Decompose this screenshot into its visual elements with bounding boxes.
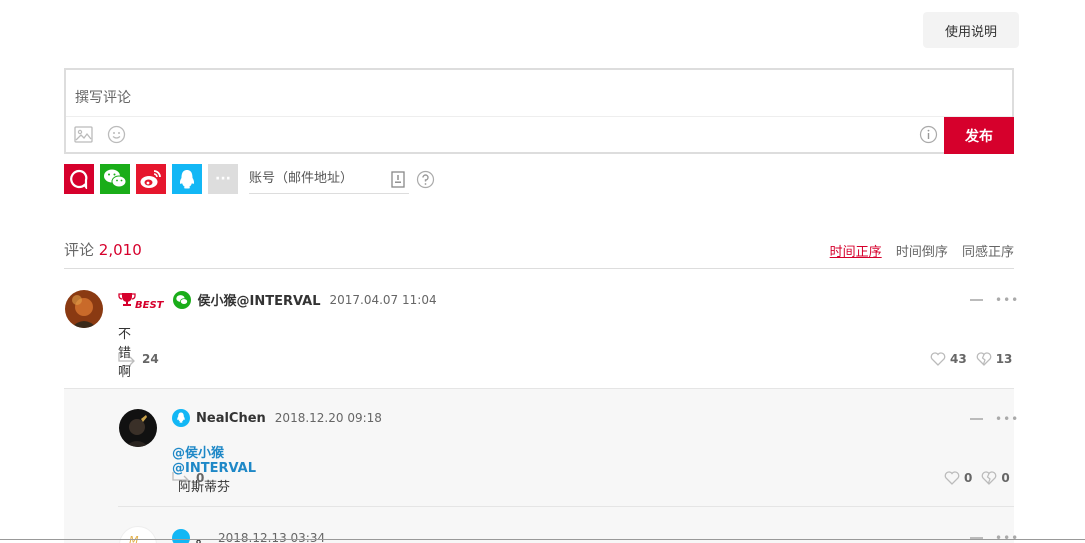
- broken-heart-icon: [976, 352, 992, 366]
- avatar[interactable]: [65, 290, 103, 328]
- comment-tools: •••: [970, 294, 1019, 306]
- more-options-icon[interactable]: •••: [995, 294, 1019, 306]
- sort-tab-time-asc[interactable]: 时间正序: [830, 245, 882, 260]
- sort-tab-agree-asc[interactable]: 同感正序: [962, 245, 1014, 260]
- comment-time: 2017.04.07 11:04: [329, 292, 437, 307]
- comment-count-label: 评论: [64, 241, 95, 259]
- comment-input-placeholder[interactable]: 撰写评论: [75, 87, 131, 107]
- reply-arrow-icon: [118, 353, 135, 366]
- comment-meta: 。 2018.12.13 03:34: [172, 528, 325, 543]
- collapse-icon[interactable]: [970, 418, 983, 420]
- emoji-icon[interactable]: [107, 125, 126, 144]
- best-badge: BEST: [135, 299, 164, 311]
- weibo-icon: [140, 170, 161, 188]
- more-options-icon[interactable]: •••: [995, 413, 1019, 425]
- sort-tabs: 时间正序 时间倒序 同感正序: [820, 241, 1014, 260]
- account-book-icon[interactable]: [391, 171, 405, 192]
- qq-login-button[interactable]: [172, 164, 202, 194]
- comment-count-number: 2,010: [98, 241, 142, 259]
- sort-tab-time-desc[interactable]: 时间倒序: [896, 245, 948, 260]
- dislike-button[interactable]: 0: [981, 471, 1010, 485]
- comment-meta: BEST 侯小猴@INTERVAL 2017.04.07 11:04: [118, 290, 437, 311]
- wechat-icon: [104, 169, 127, 188]
- qq-source-icon: [172, 528, 190, 543]
- reply-arrow-icon: [172, 472, 189, 485]
- comment-time: 2018.12.20 09:18: [274, 411, 382, 425]
- comment-text: @侯小猴@INTERVAL 阿斯蒂芬: [172, 442, 256, 495]
- viewport-bottom-border: [0, 539, 1085, 540]
- comment-tools: •••: [970, 532, 1019, 543]
- dislike-count: 0: [1001, 471, 1010, 485]
- qq-source-icon: [172, 409, 190, 427]
- like-button[interactable]: 43: [930, 352, 967, 366]
- help-question-icon[interactable]: [416, 170, 435, 193]
- comments-header: 评论 2,010 时间正序 时间倒序 同感正序: [64, 236, 1014, 269]
- info-icon[interactable]: [919, 125, 938, 144]
- vote-controls: 43 13: [921, 352, 1012, 366]
- reply-count: 24: [142, 352, 159, 366]
- more-options-icon[interactable]: •••: [995, 532, 1019, 543]
- reply-button[interactable]: 0: [172, 471, 204, 485]
- post-button[interactable]: 发布: [944, 117, 1014, 154]
- like-count: 0: [964, 471, 973, 485]
- comment-tools: •••: [970, 413, 1019, 425]
- help-button[interactable]: 使用说明: [923, 12, 1019, 48]
- comment-meta: NealChen 2018.12.20 09:18: [172, 409, 382, 427]
- wechat-login-button[interactable]: [100, 164, 130, 194]
- weibo-login-button[interactable]: [136, 164, 166, 194]
- reply-button[interactable]: 24: [118, 352, 159, 366]
- username[interactable]: NealChen: [196, 411, 266, 426]
- broken-heart-icon: [981, 471, 997, 485]
- best-trophy-icon: BEST: [118, 291, 164, 311]
- qq-icon: [179, 170, 195, 189]
- heart-icon: [930, 352, 946, 366]
- netease-icon: [70, 169, 88, 189]
- like-button[interactable]: 0: [944, 471, 972, 485]
- like-count: 43: [950, 352, 967, 366]
- reply-divider: [118, 506, 1014, 507]
- reply-count: 0: [196, 471, 205, 485]
- dislike-count: 13: [995, 352, 1013, 366]
- collapse-icon[interactable]: [970, 299, 983, 301]
- avatar[interactable]: [119, 409, 157, 447]
- comment-editor[interactable]: 撰写评论 发布: [64, 68, 1014, 154]
- dislike-button[interactable]: 13: [976, 352, 1013, 366]
- comment-count: 评论 2,010: [64, 239, 142, 260]
- comment-time: 2018.12.13 03:34: [218, 530, 326, 543]
- more-login-button[interactable]: ···: [208, 164, 238, 194]
- netease-login-button[interactable]: [64, 164, 94, 194]
- account-input[interactable]: 账号（邮件地址）: [249, 164, 409, 194]
- username[interactable]: 侯小猴@INTERVAL: [197, 290, 320, 309]
- username[interactable]: 。: [196, 528, 209, 543]
- vote-controls: 0 0: [935, 471, 1010, 485]
- wechat-source-icon: [173, 290, 192, 309]
- editor-toolbar: 发布: [66, 116, 1014, 154]
- login-options: ··· 账号（邮件地址）: [64, 164, 464, 194]
- heart-icon: [944, 471, 960, 485]
- image-upload-icon[interactable]: [74, 125, 93, 144]
